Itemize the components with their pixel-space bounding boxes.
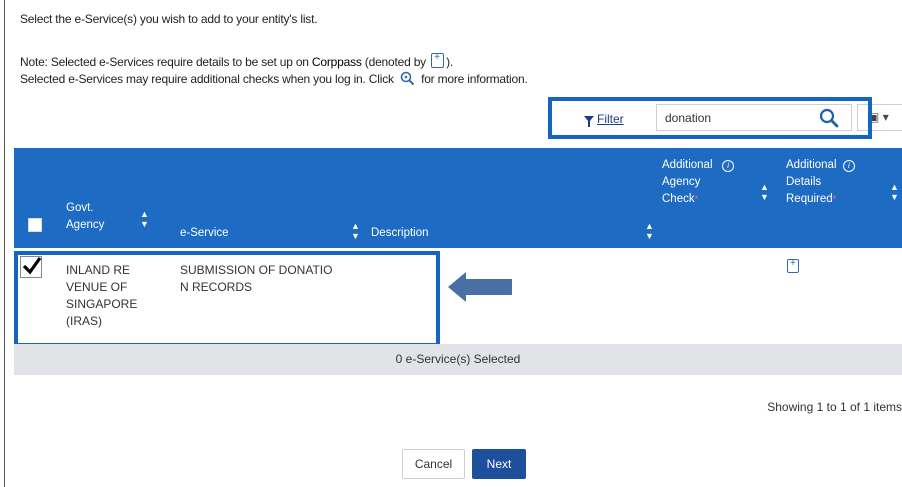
document-icon xyxy=(431,52,445,68)
row-highlight xyxy=(14,251,440,347)
header-check-line1: Additional xyxy=(662,159,713,171)
chevron-down-icon: ▾ xyxy=(882,110,889,124)
select-all-checkbox[interactable] xyxy=(28,218,42,232)
header-details-required[interactable]: Additional i Details Required* xyxy=(786,157,855,208)
details-required-icon xyxy=(787,258,799,273)
note-prefix: Note: Selected e-Services require detail… xyxy=(20,55,312,69)
header-agency[interactable]: Govt. Agency xyxy=(66,200,104,234)
note-line-1: Note: Selected e-Services require detail… xyxy=(20,52,454,69)
sort-icon[interactable]: ▲ ▼ xyxy=(890,182,899,202)
info-search-icon[interactable] xyxy=(400,71,415,86)
note-line-2: Selected e-Services may require addition… xyxy=(20,71,528,86)
pointer-arrow-icon xyxy=(448,272,512,302)
cancel-button[interactable]: Cancel xyxy=(402,449,465,479)
sort-icon[interactable]: ▲ ▼ xyxy=(760,182,769,202)
note2-prefix: Selected e-Services may require addition… xyxy=(20,72,397,86)
header-details-line1: Additional xyxy=(786,159,837,171)
info-icon[interactable]: i xyxy=(722,160,735,172)
header-check-line2: Agency xyxy=(662,176,701,188)
info-icon[interactable]: i xyxy=(842,160,855,172)
intro-text: Select the e-Service(s) you wish to add … xyxy=(20,12,318,26)
note-suffix: ). xyxy=(446,55,454,69)
required-marker: * xyxy=(832,194,837,204)
sort-icon[interactable]: ▲ ▼ xyxy=(351,221,360,241)
header-description[interactable]: Description xyxy=(371,225,429,242)
selected-summary: 0 e-Service(s) Selected xyxy=(14,344,902,375)
header-eservice[interactable]: e-Service xyxy=(180,225,229,242)
header-details-line2: Details xyxy=(786,176,822,188)
required-marker: * xyxy=(694,194,699,204)
header-check-line3: Check xyxy=(662,193,695,205)
toolbar-highlight xyxy=(548,97,872,139)
next-button[interactable]: Next xyxy=(472,449,526,479)
corppass-text: Corppass xyxy=(311,55,362,69)
header-agency-line1: Govt. xyxy=(66,202,94,214)
sort-icon[interactable]: ▲ ▼ xyxy=(140,209,149,229)
header-agency-check[interactable]: Additional i Agency Check* xyxy=(662,157,735,208)
pagination-info: Showing 1 to 1 of 1 items xyxy=(767,400,902,414)
note-mid: (denoted by xyxy=(361,55,430,69)
header-agency-line2: Agency xyxy=(66,219,105,231)
sort-icon[interactable]: ▲ ▼ xyxy=(645,221,654,241)
note2-suffix: for more information. xyxy=(417,72,528,86)
header-details-line3: Required xyxy=(786,193,833,205)
